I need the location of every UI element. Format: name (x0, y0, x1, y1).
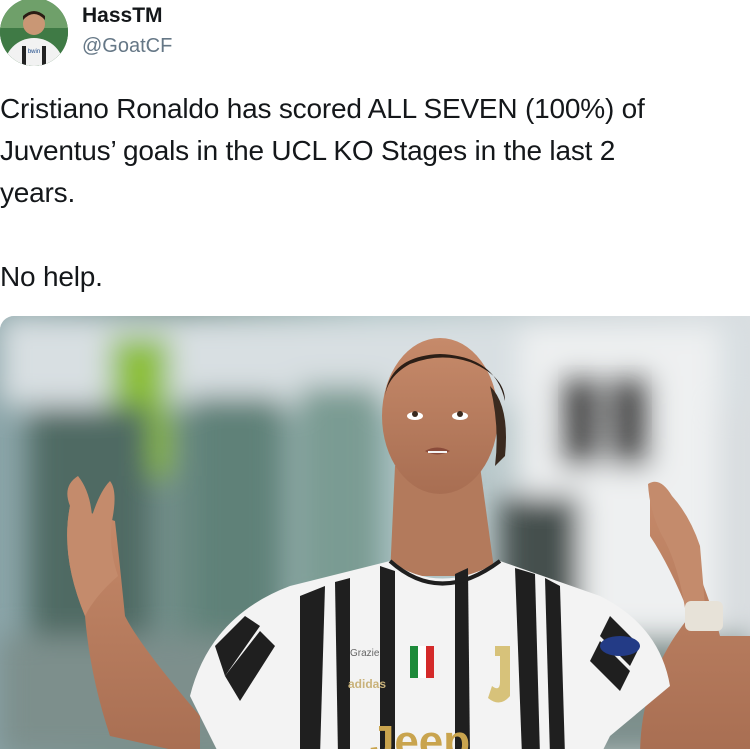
shirt-text: Grazie (350, 648, 380, 659)
shirt-maker-logo: adidas (348, 677, 386, 691)
photo-image: 55 Grazie adidas Jeep (0, 316, 750, 749)
tweet-photo[interactable]: 55 Grazie adidas Jeep (0, 316, 750, 749)
avatar-image: bwin (0, 0, 68, 66)
tweet-card: bwin HassTM @GoatCF Cristiano Ronaldo ha… (0, 0, 750, 749)
sponsor-logo: Jeep (370, 717, 470, 749)
author-names: HassTM @GoatCF (82, 3, 382, 59)
background-jersey-number: 55 (566, 373, 644, 451)
display-name[interactable]: HassTM (82, 3, 382, 29)
tweet-text: Cristiano Ronaldo has scored ALL SEVEN (… (0, 93, 645, 292)
avatar[interactable]: bwin (0, 0, 68, 66)
svg-text:bwin: bwin (28, 49, 40, 55)
user-handle[interactable]: @GoatCF (82, 33, 382, 59)
